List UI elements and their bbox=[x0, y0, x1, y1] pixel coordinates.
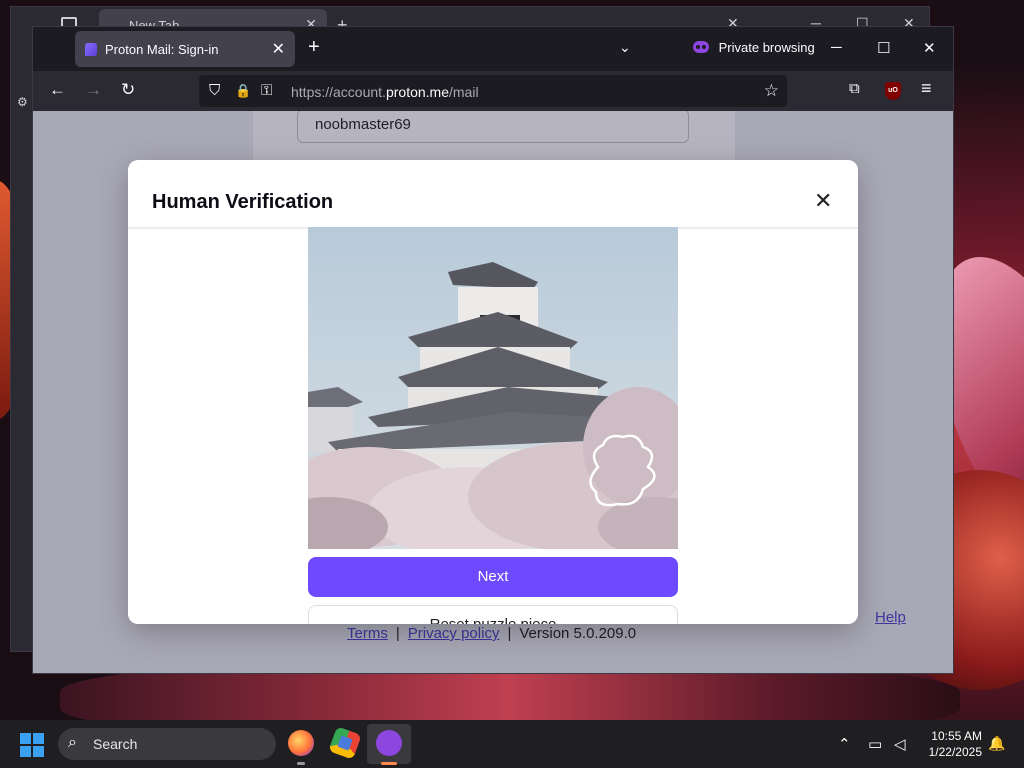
extensions-icon[interactable]: ⧉ bbox=[849, 80, 860, 97]
window-close-icon[interactable]: ✕ bbox=[923, 39, 936, 57]
ublock-origin-icon[interactable]: uO bbox=[885, 82, 901, 100]
taskbar-search-box[interactable]: ⌕ Search bbox=[58, 728, 276, 760]
terms-link[interactable]: Terms bbox=[347, 625, 388, 642]
url-prefix: https://account. bbox=[291, 84, 386, 100]
minimize-icon[interactable]: ─ bbox=[831, 39, 842, 56]
bookmark-star-icon[interactable]: ☆ bbox=[764, 81, 779, 101]
url-text[interactable]: https://account.proton.me/mail bbox=[291, 84, 479, 100]
notification-bell-icon[interactable]: 🔔 bbox=[988, 735, 1005, 752]
tab-close-icon[interactable]: ✕ bbox=[272, 39, 285, 59]
privacy-policy-link[interactable]: Privacy policy bbox=[408, 625, 500, 642]
tab-title: Proton Mail: Sign-in bbox=[105, 42, 219, 57]
firefox-private-icon[interactable] bbox=[376, 730, 402, 756]
help-link[interactable]: Help bbox=[875, 609, 906, 626]
footer-separator: | bbox=[395, 625, 400, 642]
app-active-indicator bbox=[381, 762, 397, 765]
forward-arrow-icon[interactable]: → bbox=[85, 80, 102, 100]
side-gear-icon[interactable]: ⚙ bbox=[17, 95, 28, 109]
proton-favicon-icon bbox=[85, 43, 97, 56]
version-label: Version 5.0.209.0 bbox=[519, 625, 637, 642]
list-all-tabs-chevron-icon[interactable]: ⌄ bbox=[619, 39, 631, 56]
human-verification-modal: Human Verification ✕ Next bbox=[128, 160, 858, 624]
url-domain: proton.me bbox=[385, 84, 449, 100]
taskbar: ⌕ Search ⌃ ▭ ◁ 10:55 AM 1/22/2025 🔔 bbox=[0, 720, 1024, 768]
clock-date: 1/22/2025 bbox=[928, 745, 982, 759]
private-browsing-indicator: Private browsing bbox=[693, 40, 815, 55]
modal-close-icon[interactable]: ✕ bbox=[814, 190, 832, 212]
footer-separator: | bbox=[507, 625, 512, 642]
private-browsing-label: Private browsing bbox=[718, 40, 815, 55]
captcha-puzzle-image[interactable] bbox=[308, 227, 678, 549]
start-tile bbox=[33, 746, 44, 757]
footer-links: Terms | Privacy policy | Version 5.0.209.0 bbox=[347, 625, 636, 642]
volume-muted-icon[interactable]: ◁ bbox=[894, 735, 906, 753]
menu-hamburger-icon[interactable]: ≡ bbox=[921, 78, 932, 99]
tab-proton-mail[interactable]: Proton Mail: Sign-in ✕ bbox=[75, 31, 295, 67]
tray-chevron-up-icon[interactable]: ⌃ bbox=[838, 735, 851, 753]
reset-puzzle-piece-button[interactable]: Reset puzzle piece bbox=[308, 605, 678, 624]
start-tile bbox=[33, 733, 44, 744]
url-bar[interactable]: ⛉ 🔒 ⚿ https://account.proton.me/mail ☆ bbox=[199, 75, 787, 107]
modal-title: Human Verification bbox=[152, 191, 334, 213]
network-icon[interactable]: ▭ bbox=[868, 735, 882, 753]
start-tile bbox=[20, 746, 31, 757]
castle-illustration bbox=[308, 262, 678, 549]
windows-start-icon[interactable] bbox=[20, 733, 44, 757]
maximize-icon[interactable]: ☐ bbox=[877, 39, 890, 57]
reload-icon[interactable]: ↻ bbox=[121, 80, 135, 100]
tracking-shield-icon[interactable]: ⛉ bbox=[209, 82, 220, 99]
app-running-indicator bbox=[297, 762, 305, 765]
search-placeholder: Search bbox=[93, 736, 138, 752]
start-tile bbox=[20, 733, 31, 744]
clock-time: 10:55 AM bbox=[931, 729, 982, 743]
firefox-icon[interactable] bbox=[288, 730, 314, 756]
back-arrow-icon[interactable]: ← bbox=[49, 80, 66, 100]
lock-icon[interactable]: 🔒 bbox=[235, 83, 251, 99]
navigation-toolbar: ← → ↻ ⛉ 🔒 ⚿ https://account.proton.me/ma… bbox=[33, 71, 953, 111]
new-tab-button[interactable]: + bbox=[308, 36, 320, 59]
tab-bar: Proton Mail: Sign-in ✕ + ⌄ Private brows… bbox=[33, 27, 953, 71]
chrome-like-app-icon[interactable] bbox=[328, 726, 362, 760]
search-icon: ⌕ bbox=[68, 734, 77, 751]
next-button[interactable]: Next bbox=[308, 557, 678, 597]
private-mask-icon bbox=[693, 41, 709, 53]
system-clock[interactable]: 10:55 AM 1/22/2025 bbox=[920, 728, 982, 760]
key-icon[interactable]: ⚿ bbox=[261, 82, 272, 99]
url-path: /mail bbox=[449, 84, 479, 100]
username-input[interactable]: noobmaster69 bbox=[297, 111, 689, 143]
